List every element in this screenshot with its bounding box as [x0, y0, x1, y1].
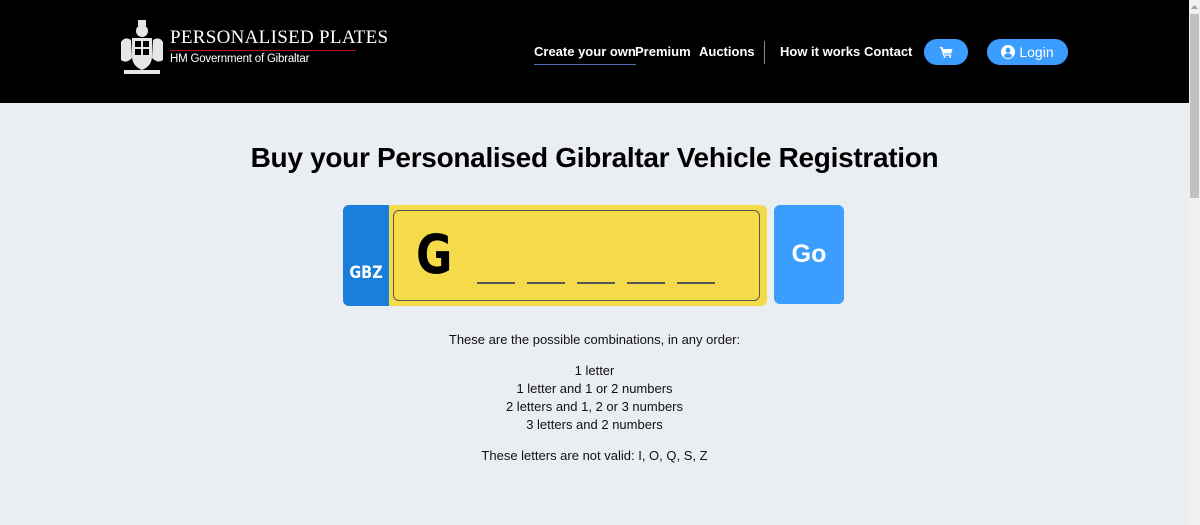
user-circle-icon [1001, 45, 1016, 59]
page-scrollbar[interactable] [1189, 0, 1200, 525]
plate-registration-field[interactable]: G [393, 210, 760, 301]
combination-item: 2 letters and 1, 2 or 3 numbers [505, 399, 684, 414]
page-title: Buy your Personalised Gibraltar Vehicle … [250, 142, 939, 173]
logo-divider [170, 50, 356, 51]
plate-input[interactable]: GBZ G [343, 205, 767, 306]
nav-divider [764, 41, 765, 64]
invalid-letters-note: These letters are not valid: I, O, Q, S,… [481, 448, 708, 463]
login-label: Login [1019, 44, 1054, 60]
combination-item: 1 letter and 1 or 2 numbers [516, 381, 673, 396]
royal-crest-icon [121, 20, 163, 74]
logo-subtitle: HM Government of Gibraltar [170, 53, 310, 65]
nav-auctions[interactable]: Auctions [699, 44, 755, 62]
plate-character-slot[interactable] [577, 282, 615, 284]
site-header: PERSONALISED PLATES HM Government of Gib… [0, 0, 1189, 103]
logo-title: PERSONALISED PLATES [170, 27, 389, 48]
nav-create-your-own[interactable]: Create your own [534, 44, 636, 65]
plate-prefix: G [416, 223, 453, 286]
login-button[interactable]: Login [987, 39, 1068, 65]
cart-button[interactable] [924, 39, 968, 65]
site-logo[interactable]: PERSONALISED PLATES HM Government of Gib… [118, 18, 388, 80]
nav-premium[interactable]: Premium [635, 44, 691, 62]
plate-character-slot[interactable] [627, 282, 665, 284]
plate-character-slot[interactable] [477, 282, 515, 284]
combination-item: 3 letters and 2 numbers [526, 417, 663, 432]
plate-character-slot[interactable] [527, 282, 565, 284]
plate-character-slot[interactable] [677, 282, 715, 284]
go-button[interactable]: Go [774, 205, 844, 304]
scroll-up-arrow-icon[interactable] [1189, 0, 1200, 13]
plate-country-band: GBZ [343, 205, 389, 306]
nav-contact[interactable]: Contact [864, 44, 912, 62]
plate-country-code: GBZ [349, 263, 383, 283]
nav-how-it-works[interactable]: How it works [780, 44, 860, 62]
scrollbar-thumb[interactable] [1190, 14, 1199, 198]
combinations-intro: These are the possible combinations, in … [448, 332, 741, 347]
shopping-cart-icon [939, 47, 952, 58]
combination-item: 1 letter [574, 363, 615, 378]
